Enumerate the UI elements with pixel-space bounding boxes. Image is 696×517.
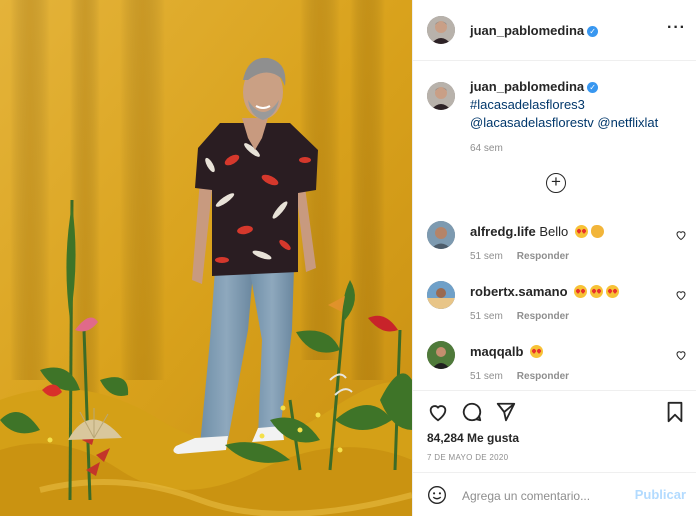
more-options-icon[interactable]: ···: [667, 19, 686, 37]
avatar[interactable]: [427, 281, 455, 309]
heart-eyes-emoji: [606, 285, 620, 298]
paper-plane-icon[interactable]: [495, 401, 517, 423]
plus-circle-icon[interactable]: +: [546, 173, 566, 193]
comment-bubble-icon[interactable]: [461, 401, 483, 423]
avatar-image: [427, 16, 455, 44]
avatar-image: [427, 281, 455, 309]
post-date[interactable]: 7 DE MAYO DE 2020: [427, 453, 508, 462]
post-side-panel: juan_pablomedina ✓ ··· juan_pablomedina ✓ …: [412, 0, 696, 516]
heart-icon[interactable]: [675, 349, 687, 361]
verified-badge-icon: ✓: [587, 26, 599, 37]
caption-mention-line: @lacasadelasflorestv @netflixlat: [470, 115, 658, 130]
comment-username[interactable]: alfredg.life: [470, 224, 536, 239]
post-photo[interactable]: [0, 0, 412, 516]
comment-item: robertx.samano 51 sem Responder: [427, 281, 687, 331]
comment-username[interactable]: maqqalb: [470, 344, 523, 359]
bookmark-icon[interactable]: [664, 401, 686, 423]
avatar-image: [427, 221, 455, 249]
comment-timestamp[interactable]: 51 sem: [470, 311, 503, 322]
comment-text: Bello: [539, 224, 569, 239]
heart-eyes-emoji: [590, 285, 604, 298]
heart-eyes-emoji: [530, 345, 544, 358]
comment-item: maqqalb 51 sem Responder: [427, 341, 687, 391]
avatar-image: [427, 341, 455, 369]
post-header: juan_pablomedina ✓ ···: [413, 0, 696, 61]
caption-hashtag[interactable]: #lacasadelasflores3: [470, 96, 685, 114]
heart-eyes-emoji: [574, 225, 588, 238]
reply-button[interactable]: Responder: [517, 251, 569, 262]
caption-timestamp[interactable]: 64 sem: [470, 140, 685, 158]
heart-icon[interactable]: [675, 229, 687, 241]
verified-badge-icon: ✓: [587, 82, 599, 93]
avatar-image: [427, 82, 455, 110]
caption-username[interactable]: juan_pablomedina: [470, 79, 584, 94]
photo-illustration: [0, 0, 412, 516]
heart-icon[interactable]: [675, 289, 687, 301]
caption-mention[interactable]: @netflixlat: [597, 115, 658, 130]
instagram-post: juan_pablomedina ✓ ··· juan_pablomedina ✓ …: [0, 0, 696, 516]
publish-button[interactable]: Publicar: [635, 487, 686, 502]
comment-item: alfredg.life Bello 51 sem Responder: [427, 221, 687, 271]
comment-username[interactable]: robertx.samano: [470, 284, 568, 299]
post-actions: 84,284 Me gusta 7 DE MAYO DE 2020: [413, 390, 696, 471]
comment-timestamp[interactable]: 51 sem: [470, 251, 503, 262]
avatar[interactable]: [427, 82, 455, 110]
avatar[interactable]: [427, 16, 455, 44]
avatar[interactable]: [427, 221, 455, 249]
comment-input[interactable]: [460, 485, 634, 507]
heart-icon[interactable]: [427, 401, 449, 423]
add-comment-bar: Publicar: [413, 472, 696, 517]
reply-button[interactable]: Responder: [517, 311, 569, 322]
heart-eyes-emoji: [574, 285, 588, 298]
clapping-hands-emoji: [590, 225, 604, 238]
avatar[interactable]: [427, 341, 455, 369]
caption-mention[interactable]: @lacasadelasflorestv: [470, 115, 594, 130]
reply-button[interactable]: Responder: [517, 371, 569, 382]
header-username[interactable]: juan_pablomedina: [470, 23, 584, 38]
comment-timestamp[interactable]: 51 sem: [470, 371, 503, 382]
likes-count[interactable]: 84,284 Me gusta: [427, 431, 519, 445]
smiley-icon[interactable]: [427, 485, 447, 505]
